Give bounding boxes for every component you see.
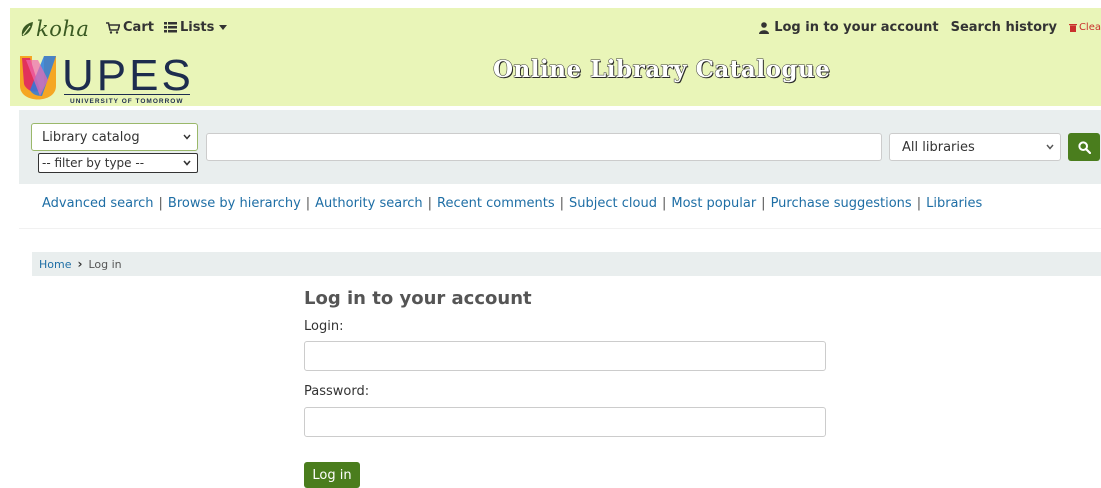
login-link[interactable]: Log in to your account — [759, 20, 939, 35]
password-input[interactable] — [304, 407, 826, 437]
search-icon — [1077, 140, 1091, 154]
most-popular-link[interactable]: Most popular — [671, 196, 756, 211]
library-select-value: All libraries — [902, 139, 975, 155]
search-history-label: Search history — [950, 20, 1057, 35]
type-filter-value: -- filter by type -- — [42, 156, 145, 170]
user-links: Log in to your account Search history Cl… — [747, 20, 1101, 35]
lists-label: Lists — [179, 20, 215, 35]
subject-cloud-link[interactable]: Subject cloud — [569, 196, 657, 211]
cart-button[interactable]: Cart — [106, 20, 154, 35]
chevron-down-icon — [183, 134, 191, 140]
search-bar: Library catalog -- filter by type -- All… — [19, 110, 1101, 184]
breadcrumb-current: Log in — [88, 257, 122, 271]
type-filter-select[interactable]: -- filter by type -- — [38, 153, 198, 173]
search-history-link[interactable]: Search history — [951, 20, 1057, 35]
upes-logo-name: UPES — [62, 51, 194, 100]
search-input[interactable] — [206, 133, 882, 161]
lists-dropdown[interactable]: Lists — [163, 20, 228, 35]
caret-down-icon — [219, 25, 228, 30]
login-submit-button[interactable]: Log in — [304, 462, 360, 488]
recent-comments-link[interactable]: Recent comments — [437, 196, 555, 211]
libraries-link[interactable]: Libraries — [926, 196, 982, 211]
chevron-down-icon — [183, 160, 191, 166]
login-input[interactable] — [304, 341, 826, 371]
authority-search-link[interactable]: Authority search — [315, 196, 423, 211]
purchase-suggestions-link[interactable]: Purchase suggestions — [771, 196, 912, 211]
catalogue-title: Online Library Catalogue — [492, 56, 831, 84]
login-label: Login: — [304, 319, 344, 334]
koha-logo-text: koha — [36, 17, 90, 41]
clear-history-link[interactable]: Clea — [1068, 22, 1101, 33]
chevron-right-icon: › — [77, 257, 83, 271]
koha-logo[interactable]: koha — [20, 17, 90, 41]
page-title: Log in to your account — [304, 288, 532, 309]
more-searches-nav: Advanced search | Browse by hierarchy | Auth… — [42, 196, 983, 211]
advanced-search-link[interactable]: Advanced search — [42, 196, 154, 211]
chevron-down-icon — [1046, 144, 1054, 150]
top-nav: Cart Lists — [106, 20, 237, 35]
library-select[interactable]: All libraries — [889, 133, 1061, 161]
password-label: Password: — [304, 384, 370, 399]
catalog-select-value: Library catalog — [42, 129, 140, 145]
search-button[interactable] — [1068, 133, 1100, 161]
upes-logo-tagline: UNIVERSITY OF TOMORROW — [70, 98, 184, 105]
user-icon — [759, 21, 770, 34]
list-icon — [163, 22, 177, 33]
main-content: Home › Log in Log in to your account Log… — [19, 228, 1101, 488]
trash-icon — [1068, 24, 1077, 32]
cart-icon — [106, 21, 120, 34]
masthead: koha Cart Lists Log in to your account S… — [10, 8, 1101, 106]
breadcrumb-home-link[interactable]: Home — [39, 258, 71, 271]
upes-logo[interactable]: UPES UNIVERSITY OF TOMORROW — [18, 50, 198, 106]
breadcrumb: Home › Log in — [32, 252, 1101, 276]
login-link-label: Log in to your account — [774, 20, 939, 35]
leaf-icon — [21, 22, 33, 36]
cart-label: Cart — [123, 20, 154, 35]
browse-hierarchy-link[interactable]: Browse by hierarchy — [168, 196, 301, 211]
clear-history-label: Clea — [1078, 22, 1101, 33]
catalog-select[interactable]: Library catalog — [31, 123, 198, 151]
